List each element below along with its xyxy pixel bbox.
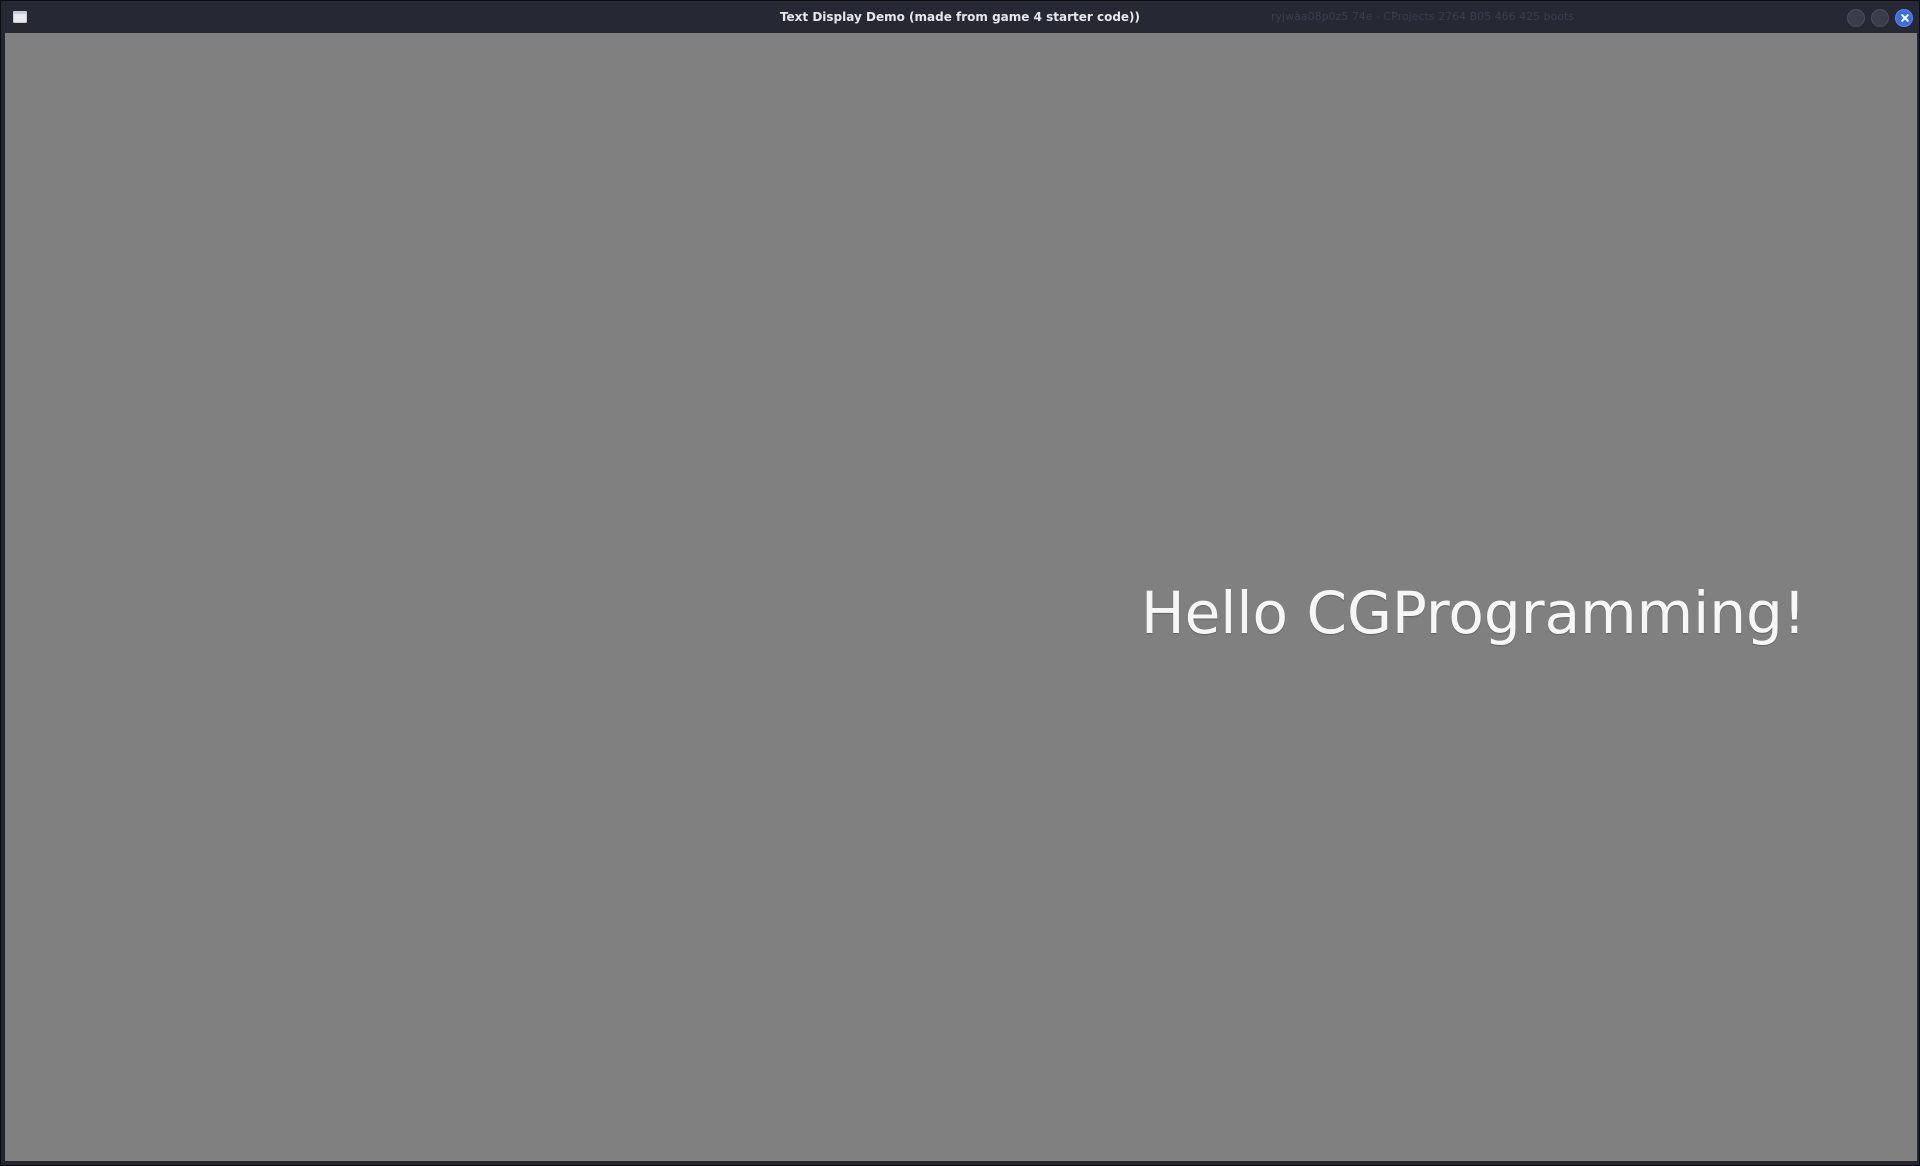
secondary-title-text: ryjwàa08p0z5 74e - CProjects 2764 B05 46… — [1271, 10, 1575, 23]
game-canvas[interactable]: Hello CGProgramming! — [5, 33, 1917, 1161]
app-window: Text Display Demo (made from game 4 star… — [0, 0, 1920, 1166]
maximize-button[interactable] — [1871, 9, 1889, 27]
title-bar[interactable]: Text Display Demo (made from game 4 star… — [1, 1, 1919, 33]
hello-text: Hello CGProgramming! — [1141, 579, 1807, 647]
window-controls — [1847, 9, 1913, 27]
window-title: Text Display Demo (made from game 4 star… — [779, 10, 1141, 24]
minimize-button[interactable] — [1847, 9, 1865, 27]
close-button[interactable] — [1895, 9, 1913, 27]
